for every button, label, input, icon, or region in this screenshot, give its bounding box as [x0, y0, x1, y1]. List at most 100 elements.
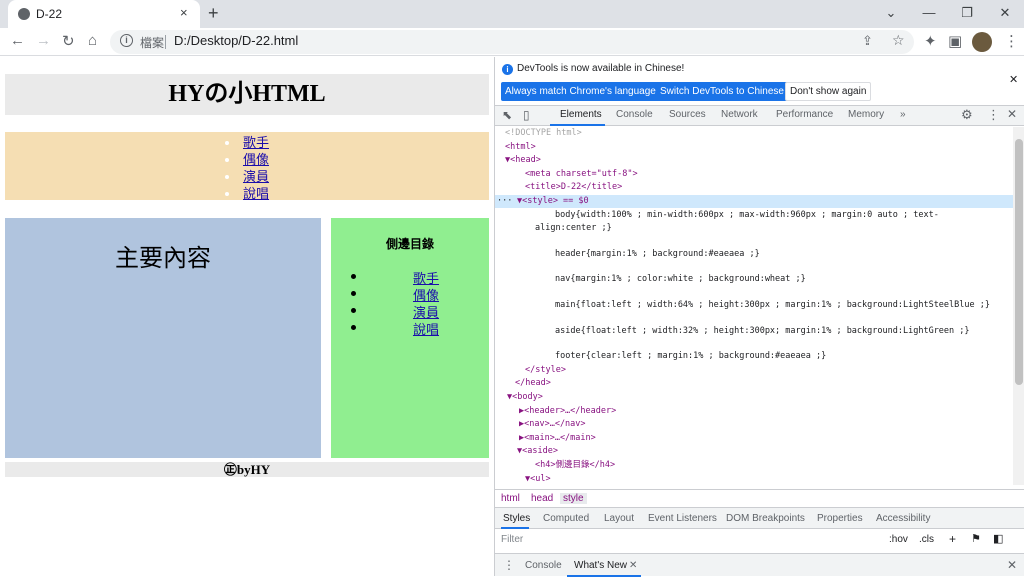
devtools-tab-bar: ⬉ ▯ Elements Console Sources Network Per…	[495, 105, 1024, 126]
subtab-computed[interactable]: Computed	[543, 513, 589, 524]
aside-list: 歌手 偶像 演員 說唱	[331, 268, 489, 337]
inspect-element-icon[interactable]: ⬉	[502, 108, 512, 122]
side-panel-icon[interactable]: ▣	[948, 32, 962, 50]
code-line[interactable]: nav{margin:1% ; color:white ; background…	[555, 273, 806, 287]
gear-icon[interactable]: ⚙	[961, 107, 973, 123]
nav-link-rap[interactable]: 說唱	[243, 186, 269, 201]
forward-arrow-icon[interactable]: →	[36, 32, 51, 49]
row-actions-icon[interactable]: ···	[497, 195, 512, 209]
drawer-tab-whats-new[interactable]: What's New	[574, 560, 627, 571]
code-line[interactable]: main{float:left ; width:64% ; height:300…	[555, 299, 990, 313]
subtab-event-listeners[interactable]: Event Listeners	[648, 513, 717, 524]
close-devtools-icon[interactable]: ✕	[1007, 107, 1017, 121]
banner-close-icon[interactable]: ✕	[1009, 73, 1018, 86]
drawer-close-button[interactable]: ✕	[1007, 558, 1017, 572]
aside-link-rap[interactable]: 說唱	[331, 319, 521, 338]
list-item: 說唱	[331, 319, 489, 337]
kebab-menu-icon[interactable]: ⋮	[1004, 32, 1019, 50]
breadcrumb-head[interactable]: head	[531, 493, 553, 504]
scrollbar-thumb[interactable]	[1015, 139, 1023, 385]
tab-elements[interactable]: Elements	[560, 109, 602, 120]
extensions-puzzle-icon[interactable]: ✦	[924, 32, 937, 50]
new-rule-icon[interactable]: +	[949, 532, 956, 546]
code-line[interactable]: ▼<body>	[507, 391, 543, 405]
close-window-button[interactable]: ✕	[986, 0, 1024, 28]
code-line[interactable]: </head>	[515, 377, 551, 391]
browser-tab-strip: D-22 × + ⌄ — ❐ ✕	[0, 0, 1024, 28]
tab-title: D-22	[36, 7, 63, 21]
breadcrumb: html head style	[495, 489, 1024, 507]
reload-icon[interactable]: ↻	[62, 32, 75, 50]
code-line[interactable]: ▶<nav>…</nav>	[519, 418, 586, 432]
subtab-properties[interactable]: Properties	[817, 513, 863, 524]
code-line[interactable]: </style>	[525, 364, 566, 378]
tab-memory[interactable]: Memory	[848, 109, 884, 120]
nav-link-singer[interactable]: 歌手	[243, 135, 269, 150]
site-footer: ㊣byHY	[5, 462, 489, 477]
profile-avatar[interactable]	[972, 32, 992, 52]
subtab-dom-breakpoints[interactable]: DOM Breakpoints	[726, 513, 805, 524]
cls-toggle[interactable]: .cls	[919, 534, 934, 545]
breadcrumb-html[interactable]: html	[501, 493, 520, 504]
elements-tree: <!DOCTYPE html> <html> ▼<head> <meta charse…	[495, 127, 1024, 485]
code-line[interactable]: ▶<main>…</main>	[519, 432, 596, 446]
device-toolbar-icon[interactable]: ▯	[523, 108, 530, 122]
code-line[interactable]: ▶<header>…</header>	[519, 405, 616, 419]
share-icon[interactable]: ⇪	[862, 33, 873, 49]
tab-network[interactable]: Network	[721, 109, 758, 120]
code-line[interactable]: footer{clear:left ; margin:1% ; backgrou…	[555, 350, 826, 364]
tab-search-button[interactable]: ⌄	[872, 0, 910, 28]
new-tab-button[interactable]: +	[208, 3, 219, 24]
code-line[interactable]: header{margin:1% ; background:#eaeaea ;}	[555, 248, 760, 262]
sidebar-toggle-icon[interactable]: ◧	[993, 532, 1003, 545]
code-line[interactable]: aside{float:left ; width:32% ; height:30…	[555, 325, 970, 339]
tab-performance[interactable]: Performance	[776, 109, 833, 120]
code-line[interactable]: ▼<ul>	[525, 473, 551, 487]
subtab-styles[interactable]: Styles	[503, 513, 530, 524]
switch-chinese-button[interactable]: Switch DevTools to Chinese	[656, 82, 788, 101]
drawer-tab-console[interactable]: Console	[525, 560, 562, 571]
address-bar[interactable]: i 檔案 D:/Desktop/D-22.html ⇪ ☆	[110, 30, 914, 54]
code-line[interactable]: <!DOCTYPE html>	[505, 127, 582, 141]
breadcrumb-style[interactable]: style	[560, 493, 587, 504]
home-icon[interactable]: ⌂	[88, 32, 97, 49]
code-line[interactable]: body{width:100% ; min-width:600px ; max-…	[555, 209, 939, 223]
whats-new-close-icon[interactable]: ✕	[629, 560, 637, 571]
url-text[interactable]: D:/Desktop/D-22.html	[174, 33, 298, 48]
nav-item: 演員	[5, 168, 489, 185]
minimize-button[interactable]: —	[910, 0, 948, 28]
code-line[interactable]: ▼<aside>	[517, 445, 558, 459]
nav-link-idol[interactable]: 偶像	[243, 152, 269, 167]
dont-show-button[interactable]: Don't show again	[785, 82, 872, 101]
code-line[interactable]: <html>	[505, 141, 536, 155]
hov-toggle[interactable]: :hov	[889, 534, 908, 545]
code-line[interactable]: <title>D-22</title>	[525, 181, 622, 195]
more-tabs-button[interactable]: »	[900, 109, 906, 120]
devtools-panel: i DevTools is now available in Chinese! …	[494, 57, 1024, 577]
code-line[interactable]: <meta charset="utf-8">	[525, 168, 638, 182]
site-nav: 歌手 偶像 演員 說唱	[5, 132, 489, 201]
subtab-accessibility[interactable]: Accessibility	[876, 513, 930, 524]
subtab-layout[interactable]: Layout	[604, 513, 634, 524]
code-line[interactable]: <h4>側邊目錄</h4>	[535, 459, 615, 473]
paint-icon[interactable]: ⚑	[971, 532, 981, 545]
back-arrow-icon[interactable]: ←	[10, 32, 25, 49]
bookmark-star-icon[interactable]: ☆	[892, 32, 905, 49]
tab-sources[interactable]: Sources	[669, 109, 706, 120]
page-viewport: HYの小HTML 歌手 偶像 演員 說唱 主要內容 側邊目錄 歌手 偶像 演員 …	[0, 57, 494, 576]
match-language-button[interactable]: Always match Chrome's language	[501, 82, 660, 101]
nav-link-actor[interactable]: 演員	[243, 169, 269, 184]
tab-close-button[interactable]: ×	[180, 5, 188, 20]
kebab-menu-icon[interactable]: ⋮	[987, 107, 1000, 123]
banner-message: DevTools is now available in Chinese!	[517, 63, 685, 74]
language-banner: i DevTools is now available in Chinese! …	[495, 57, 1024, 105]
browser-tab[interactable]: D-22 ×	[8, 0, 200, 28]
code-line-selected[interactable]: ▼<style> == $0	[517, 195, 589, 209]
tab-console[interactable]: Console	[616, 109, 653, 120]
code-line[interactable]: align:center ;}	[535, 222, 612, 236]
restore-button[interactable]: ❐	[948, 0, 986, 28]
code-line[interactable]: ▼<head>	[505, 154, 541, 168]
filter-input[interactable]: Filter	[501, 534, 523, 545]
info-icon[interactable]: i	[120, 34, 133, 47]
drawer-menu-icon[interactable]: ⋮	[503, 558, 515, 572]
